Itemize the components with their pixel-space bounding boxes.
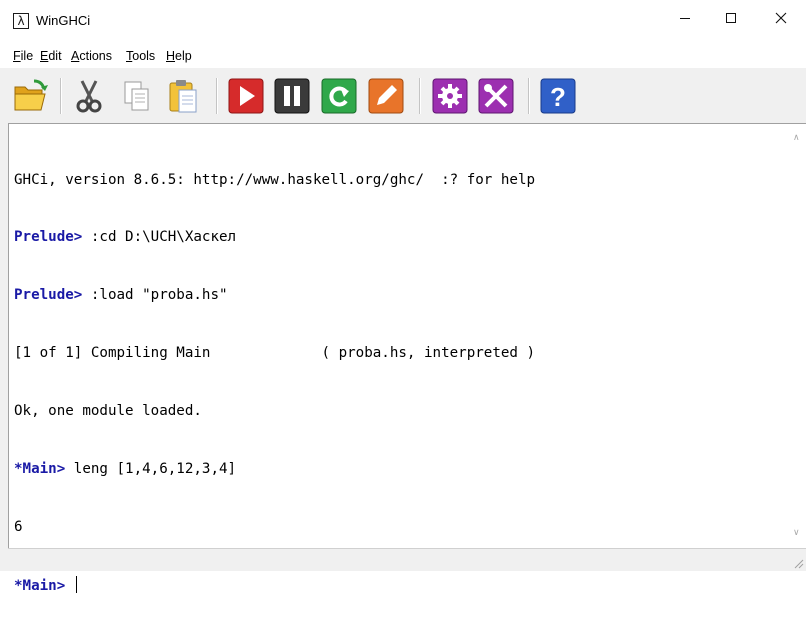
options-button[interactable] <box>431 77 469 115</box>
window-title: WinGHCi <box>36 13 91 28</box>
cut-button[interactable] <box>70 77 108 115</box>
winghci-window: λ WinGHCi File Edit Actions Tools Help ?… <box>0 0 806 594</box>
toolbar-separator <box>528 78 530 114</box>
svg-text:?: ? <box>550 82 566 112</box>
console-line: 6 <box>14 518 23 535</box>
reload-button[interactable] <box>320 77 358 115</box>
close-icon <box>775 12 787 24</box>
edit-button[interactable] <box>367 77 405 115</box>
toolbar: ? <box>0 68 806 122</box>
edit-icon <box>368 78 404 114</box>
toolbar-separator <box>60 78 62 114</box>
minimize-icon <box>680 17 690 19</box>
paste-button[interactable] <box>164 77 202 115</box>
maximize-icon <box>726 13 736 23</box>
console-line: [1 of 1] Compiling Main ( proba.hs, inte… <box>14 345 536 362</box>
menu-actions[interactable]: Actions <box>71 48 112 64</box>
paste-icon <box>169 80 197 113</box>
toolbar-separator <box>419 78 421 114</box>
status-bar <box>8 548 806 571</box>
console-output[interactable]: GHCi, version 8.6.5: http://www.haskell.… <box>8 123 806 594</box>
options-icon <box>432 78 468 114</box>
pause-button[interactable] <box>273 77 311 115</box>
console-line: Prelude> :cd D:\UCH\Хаскел <box>14 229 237 246</box>
run-icon <box>228 78 264 114</box>
tools-button[interactable] <box>477 77 515 115</box>
resize-grip-icon[interactable] <box>792 557 804 569</box>
menu-help[interactable]: Help <box>166 48 192 64</box>
menu-tools[interactable]: Tools <box>126 48 155 64</box>
help-button[interactable]: ? <box>539 77 577 115</box>
copy-button[interactable] <box>118 77 156 115</box>
tools-icon <box>478 78 514 114</box>
pause-icon <box>274 78 310 114</box>
toolbar-separator <box>216 78 218 114</box>
copy-icon <box>124 81 149 111</box>
maximize-button[interactable] <box>708 0 754 36</box>
menu-file[interactable]: File <box>13 48 33 64</box>
lambda-icon: λ <box>13 13 29 29</box>
scroll-down-icon[interactable]: ∨ <box>793 529 801 538</box>
console-line: GHCi, version 8.6.5: http://www.haskell.… <box>14 171 536 188</box>
help-icon: ? <box>540 78 576 114</box>
vertical-scrollbar[interactable]: ∧ ∨ <box>789 124 806 547</box>
run-button[interactable] <box>227 77 265 115</box>
cut-icon <box>76 80 102 113</box>
open-folder-icon <box>14 79 48 111</box>
menu-edit[interactable]: Edit <box>40 48 62 64</box>
console-line: *Main> leng [1,4,6,12,3,4] <box>14 461 237 478</box>
text-caret <box>75 575 77 593</box>
scroll-up-icon[interactable]: ∧ <box>793 134 801 143</box>
reload-icon <box>321 78 357 114</box>
console-line: Ok, one module loaded. <box>14 403 202 420</box>
close-button[interactable] <box>758 0 804 36</box>
minimize-button[interactable] <box>662 0 708 36</box>
console-input-line[interactable]: *Main> <box>14 575 535 595</box>
open-button[interactable] <box>12 77 50 115</box>
console-line: Prelude> :load "proba.hs" <box>14 287 228 304</box>
menu-bar: File Edit Actions Tools Help <box>0 44 806 68</box>
title-bar: λ WinGHCi <box>0 0 806 44</box>
